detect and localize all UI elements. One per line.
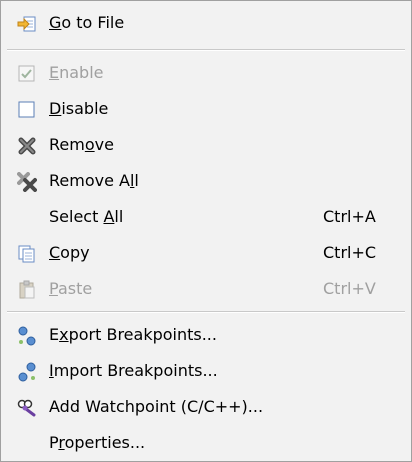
menu-item-label: Add Watchpoint (C/C++)... [49, 397, 264, 416]
paste-icon [17, 280, 37, 300]
remove-all-icon [17, 172, 37, 192]
menu-item-export-breakpoints[interactable]: Export Breakpoints... [1, 317, 411, 353]
menu-separator [7, 311, 405, 313]
menu-item-import-breakpoints[interactable]: Import Breakpoints... [1, 353, 411, 389]
checkbox-empty-icon [17, 100, 37, 120]
menu-item-select-all[interactable]: Select All Ctrl+A [1, 199, 411, 235]
menu-item-label: Select All [49, 207, 124, 226]
menu-item-remove[interactable]: Remove [1, 127, 411, 163]
go-to-file-icon [17, 14, 37, 34]
menu-item-paste[interactable]: Paste Ctrl+V [1, 271, 411, 307]
menu-item-label: Remove [49, 135, 114, 154]
menu-item-go-to-file[interactable]: Go to File [1, 5, 411, 41]
menu-item-label: Export Breakpoints... [49, 325, 217, 344]
context-menu: Go to File Enable Disable Remove Remove … [0, 0, 412, 462]
menu-item-label: Go to File [49, 13, 125, 32]
checkbox-checked-icon [17, 64, 37, 84]
menu-item-enable[interactable]: Enable [1, 55, 411, 91]
copy-icon [17, 244, 37, 264]
menu-item-label: Copy [49, 243, 90, 262]
menu-item-properties[interactable]: Properties... [1, 425, 411, 461]
menu-item-label: Paste [49, 279, 93, 298]
remove-icon [17, 136, 37, 156]
menu-item-label: Import Breakpoints... [49, 361, 218, 380]
shortcut-label: Ctrl+V [323, 279, 376, 298]
menu-item-remove-all[interactable]: Remove All [1, 163, 411, 199]
shortcut-label: Ctrl+A [323, 207, 376, 226]
menu-item-add-watchpoint[interactable]: Add Watchpoint (C/C++)... [1, 389, 411, 425]
shortcut-label: Ctrl+C [323, 243, 377, 262]
menu-item-label: Properties... [49, 433, 146, 452]
menu-item-label: Disable [49, 99, 109, 118]
import-breakpoints-icon [17, 362, 37, 382]
menu-item-label: Remove All [49, 171, 139, 190]
watchpoint-icon [17, 398, 37, 418]
menu-item-label: Enable [49, 63, 104, 82]
menu-item-disable[interactable]: Disable [1, 91, 411, 127]
menu-item-copy[interactable]: Copy Ctrl+C [1, 235, 411, 271]
menu-separator [7, 49, 405, 51]
export-breakpoints-icon [17, 326, 37, 346]
